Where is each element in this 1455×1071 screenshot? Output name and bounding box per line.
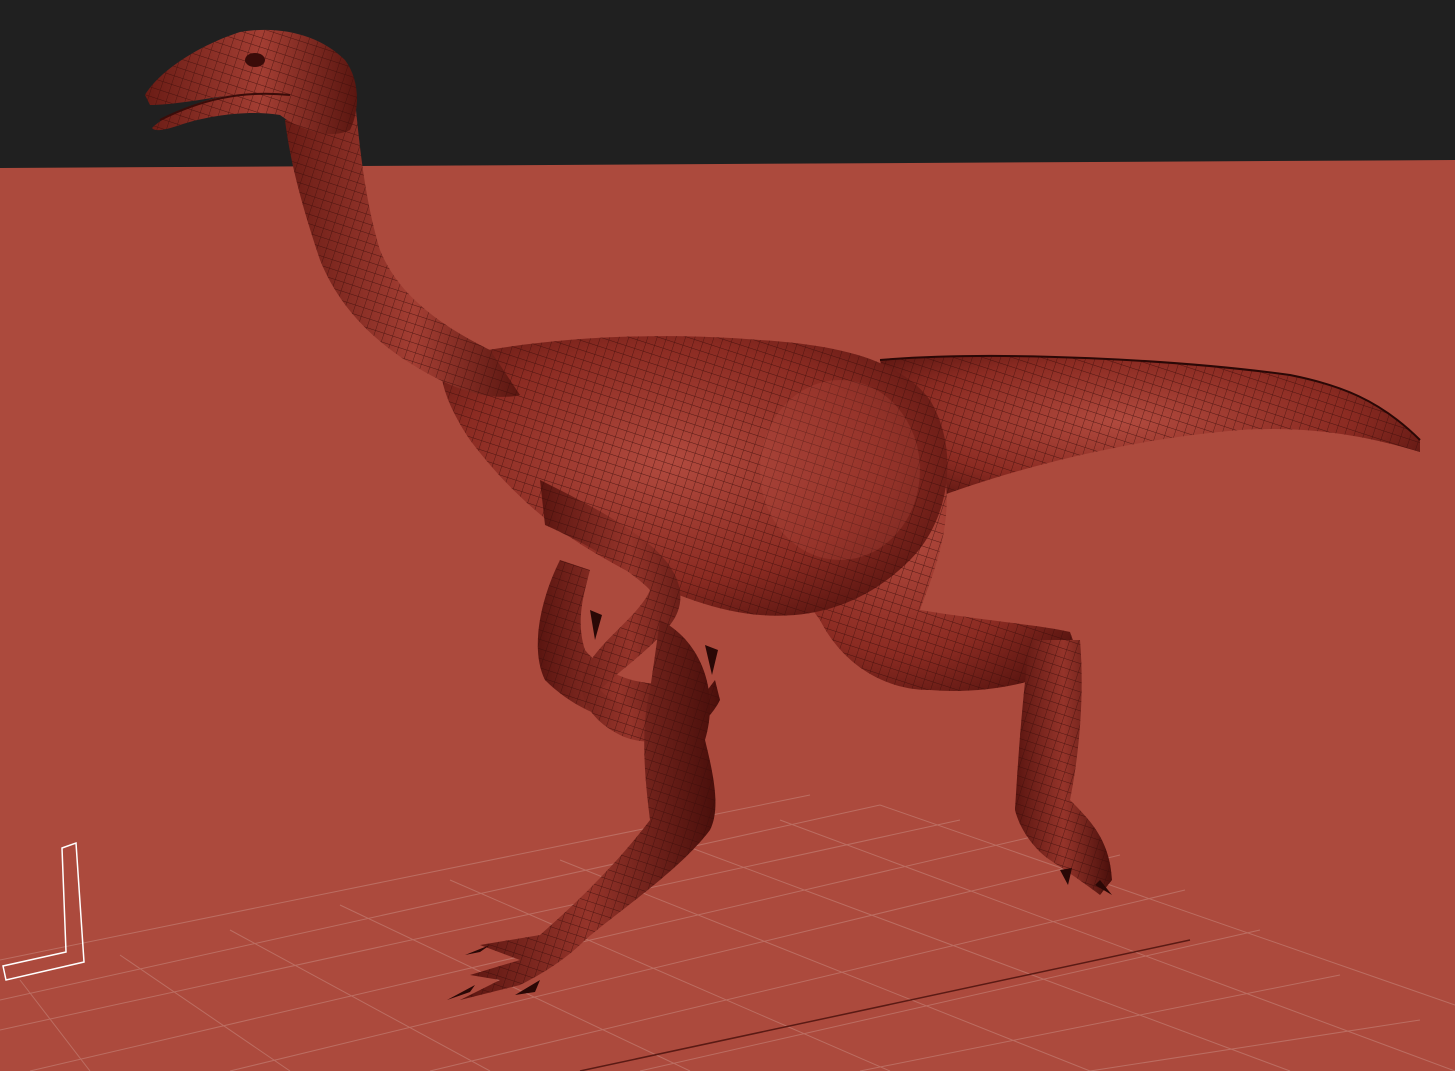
3d-viewport[interactable] <box>0 0 1455 1071</box>
viewport-scene[interactable] <box>0 0 1455 1071</box>
eye-icon <box>245 53 265 67</box>
floor-plane <box>0 160 1455 1071</box>
